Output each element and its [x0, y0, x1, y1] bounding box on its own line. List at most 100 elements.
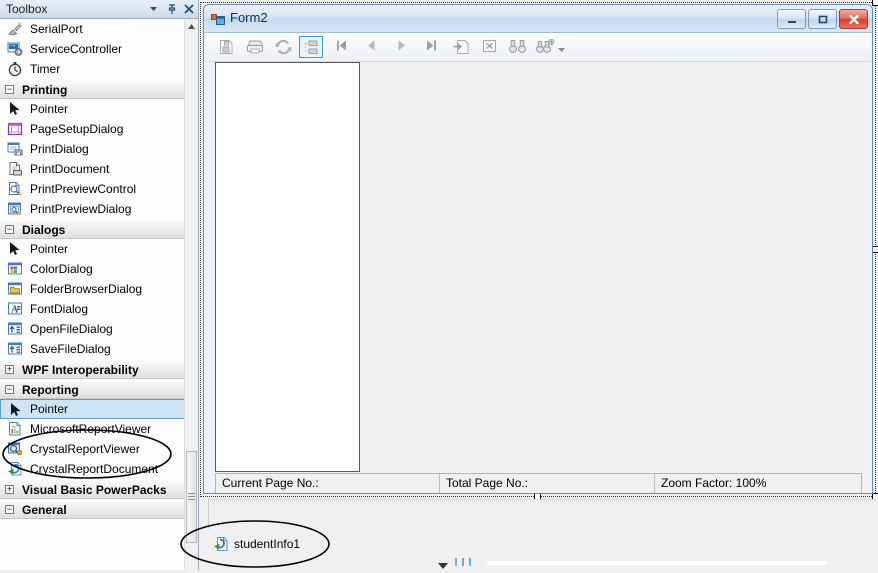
zoom-factor-status: Zoom Factor: 100% — [661, 476, 767, 490]
toolbox-item-serialport[interactable]: SerialPort — [0, 19, 185, 39]
toolbox-group-general[interactable]: − General — [0, 499, 185, 519]
pin-icon[interactable] — [164, 2, 179, 17]
toolbox-item-label: PrintDocument — [30, 162, 110, 176]
toolbox-node-list[interactable]: SerialPort ServiceController Timer − Printin… — [0, 19, 185, 570]
toolbox-group-label: Reporting — [22, 383, 79, 397]
search-add-button[interactable] — [533, 36, 557, 58]
chevron-down-icon[interactable] — [437, 559, 449, 573]
collapse-icon[interactable]: − — [5, 225, 14, 234]
toolbox-group-printing[interactable]: − Printing — [0, 79, 185, 99]
collapse-icon[interactable]: − — [5, 85, 14, 94]
studentinfo1-component[interactable]: studentInfo1 — [213, 535, 300, 553]
previous-page-button[interactable] — [359, 36, 383, 58]
close-icon[interactable] — [181, 2, 196, 17]
toolbox-item-label: SerialPort — [30, 22, 83, 36]
form2-titlebar[interactable]: Form2 — [204, 5, 872, 33]
component-tray-edge — [199, 499, 209, 529]
toolbox-group-dialogs[interactable]: − Dialogs — [0, 219, 185, 239]
toolbox-item-label: OpenFileDialog — [30, 322, 113, 336]
toolbox-item-printpreviewcontrol[interactable]: PrintPreviewControl — [0, 179, 185, 199]
search-button[interactable] — [505, 36, 529, 58]
toolbox-item-crystalreportdocument[interactable]: CrystalReportDocument — [0, 459, 185, 479]
toolbox-item-fontdialog[interactable]: A FontDialog — [0, 299, 185, 319]
expand-icon[interactable]: + — [5, 485, 14, 494]
printdialog-icon — [7, 141, 23, 157]
toolbox-item-printpreviewdialog[interactable]: PrintPreviewDialog — [0, 199, 185, 219]
horizontal-scroll-track[interactable] — [487, 561, 827, 565]
fontdialog-icon: A — [7, 301, 23, 317]
toolbox-item-pointer[interactable]: Pointer — [0, 99, 185, 119]
toolbox-scrollbar[interactable] — [184, 19, 198, 570]
panel-splitter[interactable] — [437, 558, 483, 569]
serialport-icon — [7, 21, 23, 37]
collapse-icon[interactable]: − — [5, 385, 14, 394]
toolbox-item-label: Pointer — [30, 402, 69, 416]
scroll-up-arrow-icon[interactable] — [185, 19, 198, 35]
toolbox-item-savefiledialog[interactable]: SaveFileDialog — [0, 339, 185, 359]
refresh-report-button[interactable] — [271, 36, 295, 58]
toolbox-item-label: Pointer — [30, 102, 69, 116]
toolbox-group-visual-basic-powerpacks[interactable]: + Visual Basic PowerPacks — [0, 479, 185, 499]
chevron-down-icon[interactable] — [146, 2, 161, 17]
toolbox-group-wpf-interoperability[interactable]: + WPF Interoperability — [0, 359, 185, 379]
toolbox-item-printdialog[interactable]: PrintDialog — [0, 139, 185, 159]
toolbox-item-label: CrystalReportViewer — [30, 442, 140, 456]
splitter-grip-icon — [455, 558, 457, 566]
toolbox-item-colordialog[interactable]: ColorDialog — [0, 259, 185, 279]
toolbox-item-microsoftreportviewer[interactable]: MicrosoftReportViewer — [0, 419, 185, 439]
toolbox-group-label: Visual Basic PowerPacks — [22, 483, 167, 497]
pointer-icon — [8, 402, 24, 418]
toolbox-header: Toolbox — [0, 0, 198, 19]
form2-window[interactable]: Form2 Current Page No.: Total Page No.: … — [203, 4, 873, 494]
toolbox-group-reporting[interactable]: − Reporting — [0, 379, 185, 399]
group-tree-panel[interactable] — [215, 62, 360, 472]
pointer-icon — [7, 101, 23, 117]
go-to-page-button[interactable] — [449, 36, 473, 58]
toggle-group-tree-button[interactable] — [299, 36, 323, 58]
toolbox-item-pagesetupdialog[interactable]: PageSetupDialog — [0, 119, 185, 139]
microsoftreportviewer-icon — [7, 421, 23, 437]
report-display-area[interactable] — [361, 62, 862, 472]
crystal-report-viewer-toolbar[interactable] — [205, 33, 871, 62]
minimize-button[interactable] — [777, 9, 806, 29]
first-page-button[interactable] — [329, 36, 353, 58]
close-button[interactable] — [839, 9, 868, 29]
toolbox-group-label: WPF Interoperability — [22, 363, 139, 377]
timer-icon — [7, 61, 23, 77]
toolbox-item-label: CrystalReportDocument — [30, 462, 159, 476]
colordialog-icon — [7, 261, 23, 277]
toolbox-item-label: Pointer — [30, 242, 69, 256]
toolbox-item-servicecontroller[interactable]: ServiceController — [0, 39, 185, 59]
splitter-grip-icon — [462, 558, 464, 566]
toolbox-item-label: MicrosoftReportViewer — [30, 422, 152, 436]
toolbox-item-crystalreportviewer[interactable]: CrystalReportViewer — [0, 439, 185, 459]
expand-icon[interactable]: + — [5, 365, 14, 374]
toolbox-item-label: PrintPreviewDialog — [30, 202, 132, 216]
next-page-button[interactable] — [389, 36, 413, 58]
maximize-button[interactable] — [808, 9, 837, 29]
toolbox-item-pointer[interactable]: Pointer — [0, 239, 185, 259]
toolbox-item-label: PrintDialog — [30, 142, 89, 156]
print-report-button[interactable] — [243, 36, 267, 58]
toolbox-item-label: PageSetupDialog — [30, 122, 124, 136]
toolbox-item-label: PrintPreviewControl — [30, 182, 137, 196]
export-report-button[interactable] — [215, 36, 239, 58]
toolbox-item-pointer[interactable]: Pointer — [0, 399, 185, 419]
last-page-button[interactable] — [419, 36, 443, 58]
chevron-down-icon[interactable] — [557, 43, 566, 52]
toolbox-item-printdocument[interactable]: PrintDocument — [0, 159, 185, 179]
resize-handle-top-right[interactable] — [872, 0, 878, 6]
toolbox-title: Toolbox — [6, 2, 48, 16]
toolbox-item-folderbrowserdialog[interactable]: FolderBrowserDialog — [0, 279, 185, 299]
close-current-view-button[interactable] — [477, 36, 501, 58]
toolbox-item-openfiledialog[interactable]: OpenFileDialog — [0, 319, 185, 339]
toolbox-group-label: General — [22, 503, 67, 517]
printpreviewdialog-icon — [7, 201, 23, 217]
toolbox-item-label: ColorDialog — [30, 262, 93, 276]
servicecontroller-icon — [7, 41, 23, 57]
report-status-bar: Current Page No.: Total Page No.: Zoom F… — [215, 473, 862, 493]
toolbox-item-label: FolderBrowserDialog — [30, 282, 143, 296]
toolbox-item-timer[interactable]: Timer — [0, 59, 185, 79]
collapse-icon[interactable]: − — [5, 505, 14, 514]
form2-title: Form2 — [230, 10, 268, 25]
